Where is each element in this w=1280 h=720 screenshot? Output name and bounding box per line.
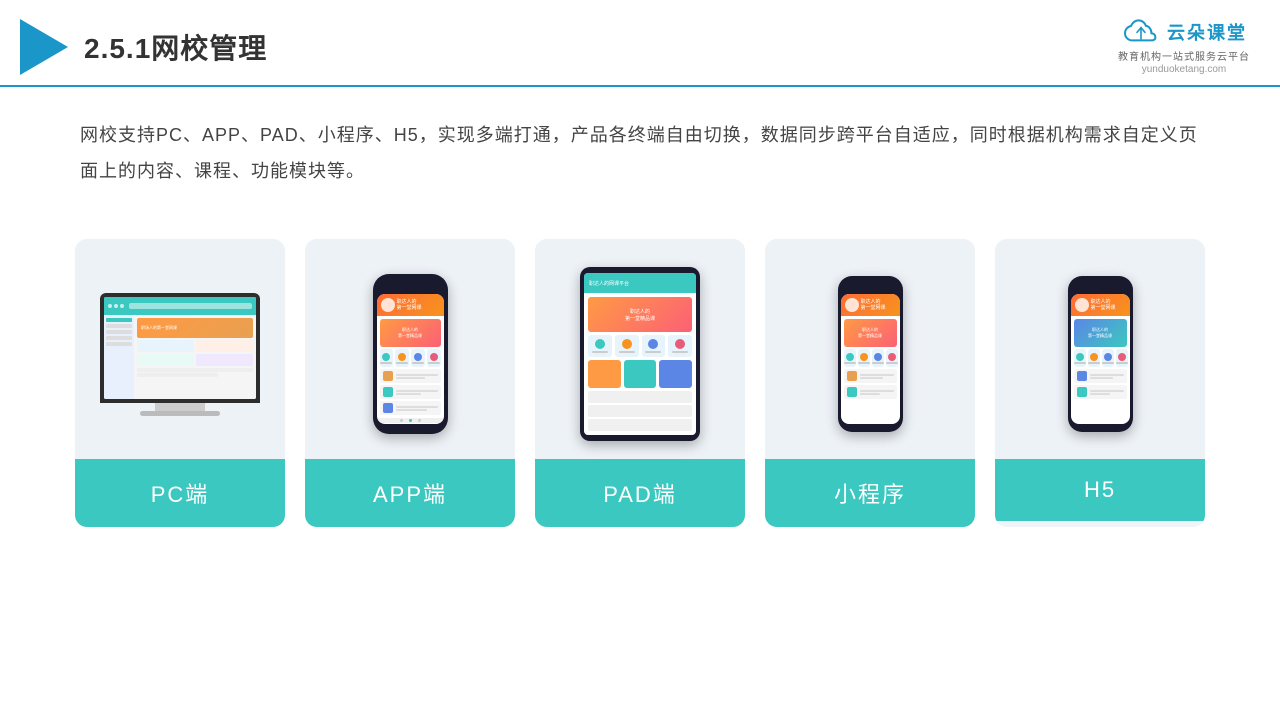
pad-device-mock: 职达人的网课平台 职达人的第一堂精品课 xyxy=(580,267,700,441)
description-text: 网校支持PC、APP、PAD、小程序、H5，实现多端打通，产品各终端自由切换，数… xyxy=(0,87,1280,209)
header: 2.5.1网校管理 云朵课堂 教育机构一站式服务云平台 yunduoketang… xyxy=(0,0,1280,87)
brand-name: 云朵课堂 xyxy=(1167,19,1247,45)
platform-cards: 职场人的第一堂网课 xyxy=(0,219,1280,547)
card-pad-image: 职达人的网课平台 职达人的第一堂精品课 xyxy=(535,239,745,459)
card-pad-label: PAD端 xyxy=(535,459,745,527)
card-miniapp: 职达人的第一堂网课 职达人的第一堂精品课 xyxy=(765,239,975,527)
card-pc: 职场人的第一堂网课 xyxy=(75,239,285,527)
brand-section: 云朵课堂 教育机构一站式服务云平台 yunduoketang.com xyxy=(1118,18,1250,75)
brand-tagline: 教育机构一站式服务云平台 xyxy=(1118,48,1250,63)
brand-url: yunduoketang.com xyxy=(1142,64,1227,75)
header-left: 2.5.1网校管理 xyxy=(20,19,267,75)
card-miniapp-label: 小程序 xyxy=(765,459,975,527)
h5-device-mock: 职达人的第一堂网课 职达人的第一堂精品课 xyxy=(1068,276,1133,432)
brand-logo: 云朵课堂 xyxy=(1121,18,1247,46)
card-app-label: APP端 xyxy=(305,459,515,527)
card-h5-label: H5 xyxy=(995,459,1205,521)
card-pc-image: 职场人的第一堂网课 xyxy=(75,239,285,459)
card-h5-image: 职达人的第一堂网课 职达人的第一堂精品课 xyxy=(995,239,1205,459)
app-device-mock: 职达人的第一堂网课 职达人的第一堂精品课 xyxy=(373,274,448,434)
card-pad: 职达人的网课平台 职达人的第一堂精品课 xyxy=(535,239,745,527)
page-title: 2.5.1网校管理 xyxy=(84,27,267,67)
miniapp-device-mock: 职达人的第一堂网课 职达人的第一堂精品课 xyxy=(838,276,903,432)
card-pc-label: PC端 xyxy=(75,459,285,527)
card-app: 职达人的第一堂网课 职达人的第一堂精品课 xyxy=(305,239,515,527)
logo-icon xyxy=(20,19,68,75)
card-app-image: 职达人的第一堂网课 职达人的第一堂精品课 xyxy=(305,239,515,459)
card-h5: 职达人的第一堂网课 职达人的第一堂精品课 xyxy=(995,239,1205,527)
card-miniapp-image: 职达人的第一堂网课 职达人的第一堂精品课 xyxy=(765,239,975,459)
cloud-logo-icon xyxy=(1121,18,1161,46)
pc-device-mock: 职场人的第一堂网课 xyxy=(100,293,260,416)
